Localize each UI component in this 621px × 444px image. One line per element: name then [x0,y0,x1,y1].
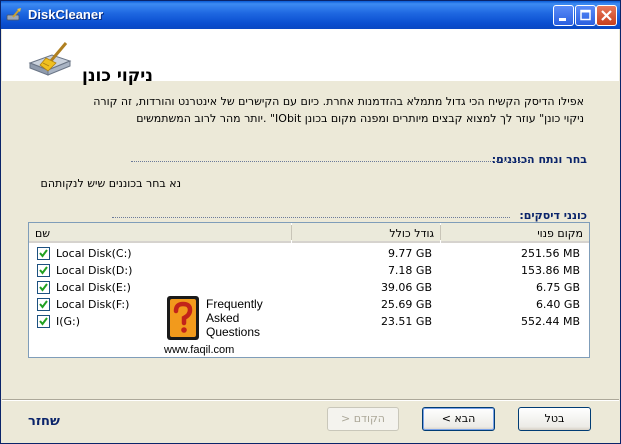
faq-website: www.faqil.com [164,344,235,356]
column-header-free[interactable]: מקום פנוי [441,223,589,243]
column-name-label: שם [35,227,51,240]
broom-disk-icon [28,42,72,76]
drive-row-f[interactable]: Local Disk(F:) 25.69 GB 6.40 GB [29,296,589,313]
restore-link[interactable]: שחזר [28,414,60,429]
description-line-1: אפילו הדיסק הקשיח הכי גדול מתמלא בהזדמנו… [93,95,584,108]
drive-name: Local Disk(C:) [56,247,132,260]
drive-name: Local Disk(D:) [56,264,133,277]
minimize-button[interactable] [553,5,574,26]
drive-row-c[interactable]: Local Disk(C:) 9.77 GB 251.56 MB [29,245,589,262]
column-free-label: מקום פנוי [537,227,583,240]
drive-checkbox[interactable] [37,298,50,311]
drive-row-e[interactable]: Local Disk(E:) 39.06 GB 6.75 GB [29,279,589,296]
checkmark-icon [39,283,48,292]
select-instruction: נא בחר בכוננים שיש לנקותהם [40,177,181,190]
drive-free-space: 251.56 MB [520,247,580,260]
select-section-label: בחר ונתח הכוננים: [491,153,587,166]
drive-total-size: 39.06 GB [380,281,432,294]
drive-total-size: 9.77 GB [387,247,432,260]
faq-text-line-1: Frequently [206,297,263,311]
faq-watermark-box: Frequently Asked Questions [164,293,274,343]
drives-section-label: כונני דיסקים: [519,209,587,222]
maximize-button[interactable] [575,5,596,26]
checkmark-icon [39,300,48,309]
column-header-total[interactable]: גודל כולל [292,223,440,243]
drive-name: I(G:) [56,315,81,328]
diskcleaner-window: DiskCleaner ניקוי כונן אפילו הדיסק הקשיח… [0,0,621,444]
cancel-button[interactable]: בטל [518,407,591,431]
back-button[interactable]: הקודם < [327,407,399,431]
drive-free-space: 6.75 GB [535,281,580,294]
drive-name: Local Disk(F:) [56,298,130,311]
drives-list[interactable]: שם גודל כולל מקום פנוי Local Disk(C:) 9.… [28,222,590,358]
footer-divider [2,399,619,401]
faq-watermark: Frequently Asked Questions www.faqil.com [164,293,274,357]
drive-free-space: 6.40 GB [535,298,580,311]
checkmark-icon [39,317,48,326]
close-button[interactable] [596,5,617,26]
column-header-name[interactable]: שם [29,223,291,243]
drive-checkbox[interactable] [37,281,50,294]
drive-name: Local Disk(E:) [56,281,131,294]
drives-section-divider [112,217,510,218]
drive-row-g[interactable]: I(G:) 23.51 GB 552.44 MB [29,313,589,330]
next-button[interactable]: הבא > [422,407,495,431]
window-title: DiskCleaner [28,7,104,22]
close-icon [601,10,612,21]
drive-checkbox[interactable] [37,315,50,328]
faq-text-line-3: Questions [206,325,261,339]
title-bar[interactable]: DiskCleaner [1,1,620,29]
checkmark-icon [39,266,48,275]
description-line-2: ניקוי כונן" עוזר לך למצוא קבצים מיותרים … [136,112,584,125]
checkmark-icon [39,249,48,258]
maximize-icon [580,9,591,21]
drive-checkbox[interactable] [37,264,50,277]
description-text: אפילו הדיסק הקשיח הכי גדול מתמלא בהזדמנו… [21,93,584,127]
page-title: ניקוי כונן [82,66,153,86]
broom-icon [6,8,21,21]
drive-free-space: 552.44 MB [520,315,580,328]
minimize-icon [559,18,566,21]
column-total-label: גודל כולל [389,227,434,240]
drive-free-space: 153.86 MB [520,264,580,277]
select-section-divider [131,161,529,162]
drive-total-size: 23.51 GB [380,315,432,328]
faq-text-line-2: Asked [206,311,240,325]
drive-total-size: 25.69 GB [380,298,432,311]
header-panel: ניקוי כונן [2,29,619,86]
drive-total-size: 7.18 GB [387,264,432,277]
drive-row-d[interactable]: Local Disk(D:) 7.18 GB 153.86 MB [29,262,589,279]
faq-question-logo [167,296,199,340]
drive-checkbox[interactable] [37,247,50,260]
